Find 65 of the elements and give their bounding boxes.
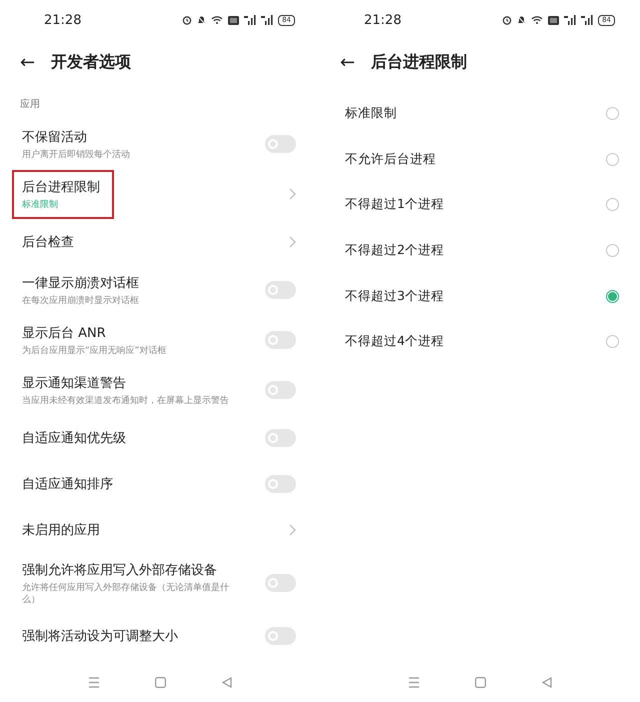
setting-title[interactable]: 强制将活动设为可调整大小 — [22, 627, 178, 645]
setting-subtitle: 当应用未经有效渠道发布通知时，在屏幕上显示警告 — [22, 394, 229, 406]
wifi-icon — [531, 15, 544, 25]
chevron-icon — [289, 236, 296, 248]
alarm-icon — [182, 15, 192, 25]
toggle-switch[interactable] — [265, 331, 296, 349]
setting-subtitle: 为后台应用显示“应用无响应”对话框 — [22, 344, 166, 356]
toggle-switch[interactable] — [265, 627, 296, 645]
section-label: 应用 — [19, 98, 41, 112]
hd-icon — [228, 16, 240, 24]
setting-title[interactable]: 自适应通知排序 — [22, 475, 113, 493]
setting-title[interactable]: 后台检查 — [22, 233, 74, 251]
home-icon[interactable] — [475, 676, 486, 688]
wifi-icon — [211, 15, 224, 25]
toggle-switch[interactable] — [265, 429, 296, 447]
setting-title[interactable]: 后台进程限制 — [22, 178, 100, 196]
hd-icon — [548, 16, 560, 24]
signal-icon — [581, 15, 594, 25]
chevron-icon — [289, 524, 296, 536]
setting-title[interactable]: 强制允许将应用写入外部存储设备 — [22, 560, 244, 578]
setting-subtitle: 用户离开后即销毁每个活动 — [22, 148, 130, 160]
radio-button[interactable] — [606, 107, 619, 120]
signal-icon — [244, 15, 256, 25]
menu-icon[interactable] — [88, 676, 100, 688]
option-label[interactable]: 不允许后台进程 — [345, 150, 436, 168]
radio-button[interactable] — [606, 244, 619, 258]
option-label[interactable]: 不得超过1个进程 — [345, 196, 444, 214]
bell-muted-icon — [517, 15, 526, 25]
option-label[interactable]: 标准限制 — [345, 105, 397, 122]
setting-title[interactable]: 自适应通知优先级 — [22, 429, 126, 447]
setting-title[interactable]: 一律显示崩溃对话框 — [22, 274, 139, 292]
bell-muted-icon — [197, 15, 206, 25]
signal-icon — [261, 15, 274, 25]
back-arrow[interactable]: ← — [20, 52, 36, 73]
setting-subtitle: 在每次应用崩溃时显示对话框 — [22, 294, 139, 306]
page-title: 后台进程限制 — [371, 52, 468, 73]
setting-title[interactable]: 未启用的应用 — [22, 521, 100, 539]
radio-button[interactable] — [606, 152, 619, 166]
setting-title[interactable]: 不保留活动 — [22, 128, 130, 146]
setting-title[interactable]: 显示通知渠道警告 — [22, 374, 229, 392]
back-icon[interactable] — [542, 676, 552, 688]
option-label[interactable]: 不得超过3个进程 — [345, 288, 444, 305]
option-label[interactable]: 不得超过2个进程 — [345, 242, 444, 260]
signal-icon — [564, 15, 576, 25]
setting-title[interactable]: 显示后台 ANR — [22, 324, 166, 342]
setting-subtitle: 允许将任何应用写入外部存储设备（无论清单值是什么） — [22, 582, 230, 606]
toggle-switch[interactable] — [265, 574, 296, 592]
setting-subtitle: 标准限制 — [22, 198, 59, 210]
radio-button[interactable] — [606, 198, 619, 212]
toggle-switch[interactable] — [265, 135, 296, 153]
alarm-icon — [502, 15, 512, 25]
page-title: 开发者选项 — [51, 52, 132, 73]
back-icon[interactable] — [222, 676, 232, 688]
radio-button[interactable] — [606, 290, 619, 303]
option-label[interactable]: 不得超过4个进程 — [345, 333, 444, 350]
toggle-switch[interactable] — [265, 475, 296, 493]
back-arrow[interactable]: ← — [340, 52, 356, 73]
menu-icon[interactable] — [408, 676, 420, 688]
home-icon[interactable] — [155, 676, 166, 688]
toggle-switch[interactable] — [265, 381, 296, 399]
status-time: 21:28 — [364, 12, 402, 28]
radio-button[interactable] — [606, 335, 619, 348]
status-time: 21:28 — [44, 12, 82, 28]
chevron-icon — [289, 188, 296, 200]
toggle-switch[interactable] — [265, 281, 296, 299]
